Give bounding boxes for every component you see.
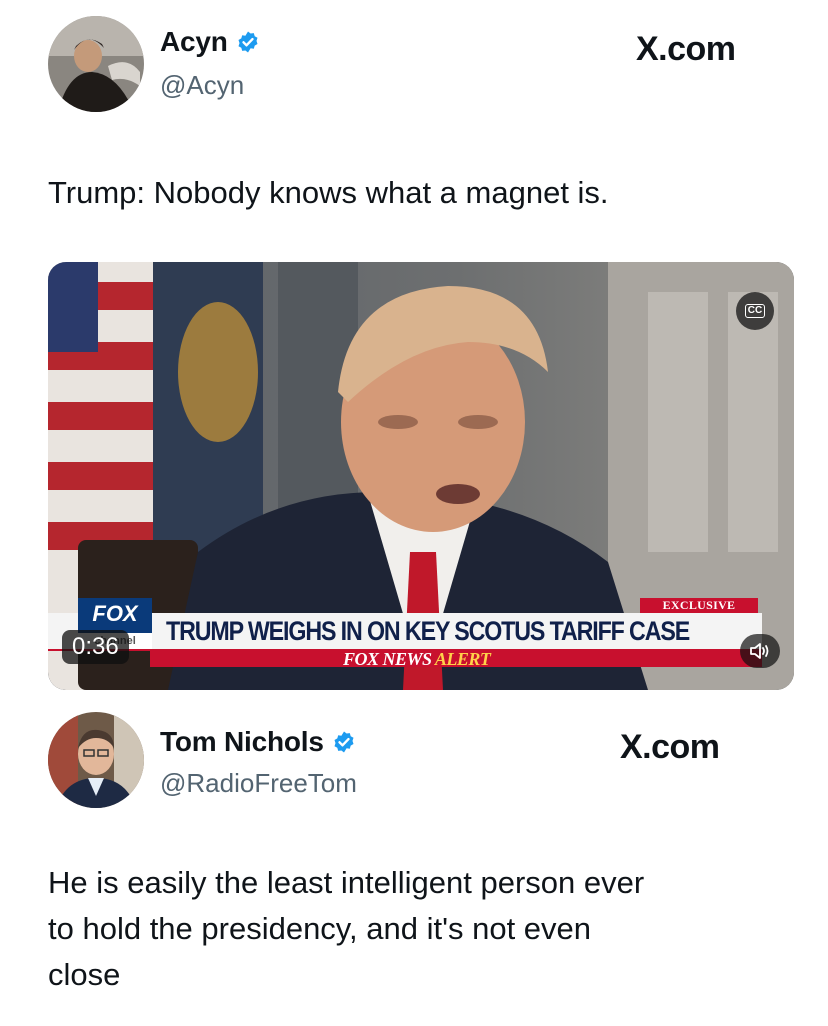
avatar[interactable] [48,712,144,808]
verified-badge-icon [332,730,356,754]
post-tom-nichols: Tom Nichols @RadioFreeTom X.com He is ea… [0,700,828,1026]
alert-prefix: FOX NEWS [343,649,432,669]
post-text-line: to hold the presidency, and it's not eve… [48,911,592,946]
video-duration: 0:36 [62,630,129,664]
video-player[interactable]: CC TRUMP WEIGHS IN ON KEY SCOTUS TARIFF … [48,262,794,690]
alert-text: FOX NEWS ALERT [343,649,491,670]
captions-button[interactable]: CC [736,292,774,330]
site-label: X.com [620,728,720,767]
chyron-tag: EXCLUSIVE [640,598,758,613]
site-label: X.com [636,30,736,69]
post-text: Trump: Nobody knows what a magnet is. [48,175,609,210]
post-text-line: He is easily the least intelligent perso… [48,865,645,900]
fox-logo-text: FOX [92,601,138,626]
speaker-muted-icon [750,643,769,659]
handle[interactable]: @RadioFreeTom [160,768,357,799]
chyron-bar: TRUMP WEIGHS IN ON KEY SCOTUS TARIFF CAS… [48,613,762,651]
news-chyron: TRUMP WEIGHS IN ON KEY SCOTUS TARIFF CAS… [48,598,794,670]
chyron-headline: TRUMP WEIGHS IN ON KEY SCOTUS TARIFF CAS… [166,616,690,646]
site-text: X.com [636,30,736,68]
cc-icon: CC [744,304,766,318]
post-text-line: close [48,957,121,992]
verified-badge-icon [236,30,260,54]
display-name[interactable]: Acyn [160,26,228,58]
site-text: X.com [620,728,720,766]
post-text: He is easily the least intelligent perso… [48,860,644,998]
post-acyn: Acyn @Acyn X.com Trump: Nobody knows wha… [0,0,828,700]
mute-button[interactable] [740,634,780,668]
alert-word: ALERT [434,649,491,669]
avatar[interactable] [48,16,144,112]
handle[interactable]: @Acyn [160,70,244,101]
display-name[interactable]: Tom Nichols [160,726,324,758]
